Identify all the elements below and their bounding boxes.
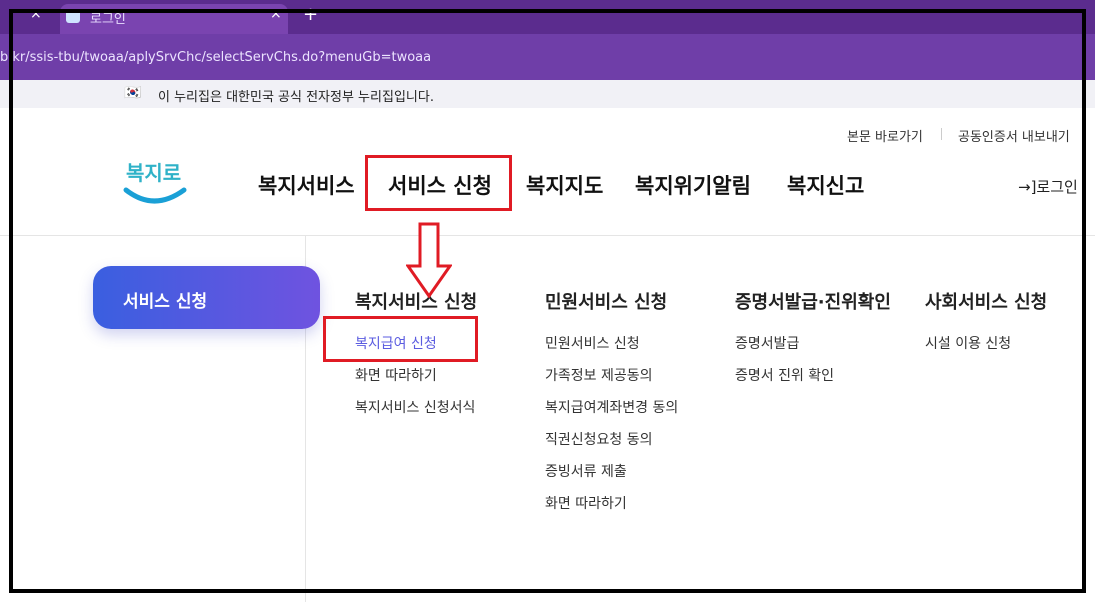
annotation-arrow-down-icon: [406, 222, 452, 298]
menu-item[interactable]: 화면 따라하기: [355, 365, 437, 385]
side-button-label: 서비스 신청: [123, 292, 208, 312]
logo-mark-icon: 복지로: [123, 161, 187, 204]
menu-item[interactable]: 복지서비스 신청서식: [355, 397, 475, 417]
menu-item[interactable]: 화면 따라하기: [545, 493, 627, 513]
menu-column-title[interactable]: 증명서발급·진위확인: [735, 288, 891, 314]
nav-welfare-map[interactable]: 복지지도: [526, 170, 603, 200]
menu-column-title[interactable]: 민원서비스 신청: [545, 288, 667, 314]
annotation-highlight-item: [323, 316, 478, 362]
bokjiro-logo[interactable]: 복지로: [120, 152, 190, 210]
menu-item[interactable]: 가족정보 제공동의: [545, 365, 653, 385]
service-application-side-button[interactable]: 서비스 신청: [93, 266, 320, 329]
menu-item[interactable]: 시설 이용 신청: [925, 333, 1011, 353]
korea-flag-icon: 🇰🇷: [124, 85, 142, 101]
menu-item[interactable]: 증명서 진위 확인: [735, 365, 834, 385]
login-link[interactable]: →]로그인: [1018, 176, 1078, 197]
login-icon: →]: [1018, 178, 1037, 196]
menu-item[interactable]: 증명서발급: [735, 333, 799, 353]
svg-text:복지로: 복지로: [126, 161, 181, 185]
annotation-highlight-nav: [365, 155, 512, 211]
favicon-icon: [66, 9, 80, 23]
url-text[interactable]: b.kr/ssis-tbu/twoaa/aplySrvChc/selectSer…: [0, 50, 431, 65]
export-certificate-link[interactable]: 공동인증서 내보내기: [958, 126, 1070, 145]
gov-notice-text: 이 누리집은 대한민국 공식 전자정부 누리집입니다.: [158, 90, 434, 105]
close-tab-icon[interactable]: ×: [270, 6, 282, 22]
header-divider: [0, 235, 1095, 236]
nav-welfare-crisis-alert[interactable]: 복지위기알림: [635, 170, 751, 200]
menu-item[interactable]: 복지급여계좌변경 동의: [545, 397, 678, 417]
tab-title: 로그인: [90, 12, 126, 27]
util-divider: [941, 128, 942, 140]
nav-welfare-report[interactable]: 복지신고: [787, 170, 864, 200]
menu-item[interactable]: 증빙서류 제출: [545, 461, 627, 481]
nav-welfare-services[interactable]: 복지서비스: [258, 170, 355, 200]
menu-column-title[interactable]: 사회서비스 신청: [925, 288, 1047, 314]
new-tab-button[interactable]: +: [303, 4, 318, 25]
login-label: 로그인: [1036, 178, 1078, 196]
menu-item[interactable]: 민원서비스 신청: [545, 333, 640, 353]
menu-item[interactable]: 직권신청요청 동의: [545, 429, 653, 449]
close-tab-icon[interactable]: ×: [30, 6, 42, 22]
skip-to-content-link[interactable]: 본문 바로가기: [847, 126, 923, 145]
